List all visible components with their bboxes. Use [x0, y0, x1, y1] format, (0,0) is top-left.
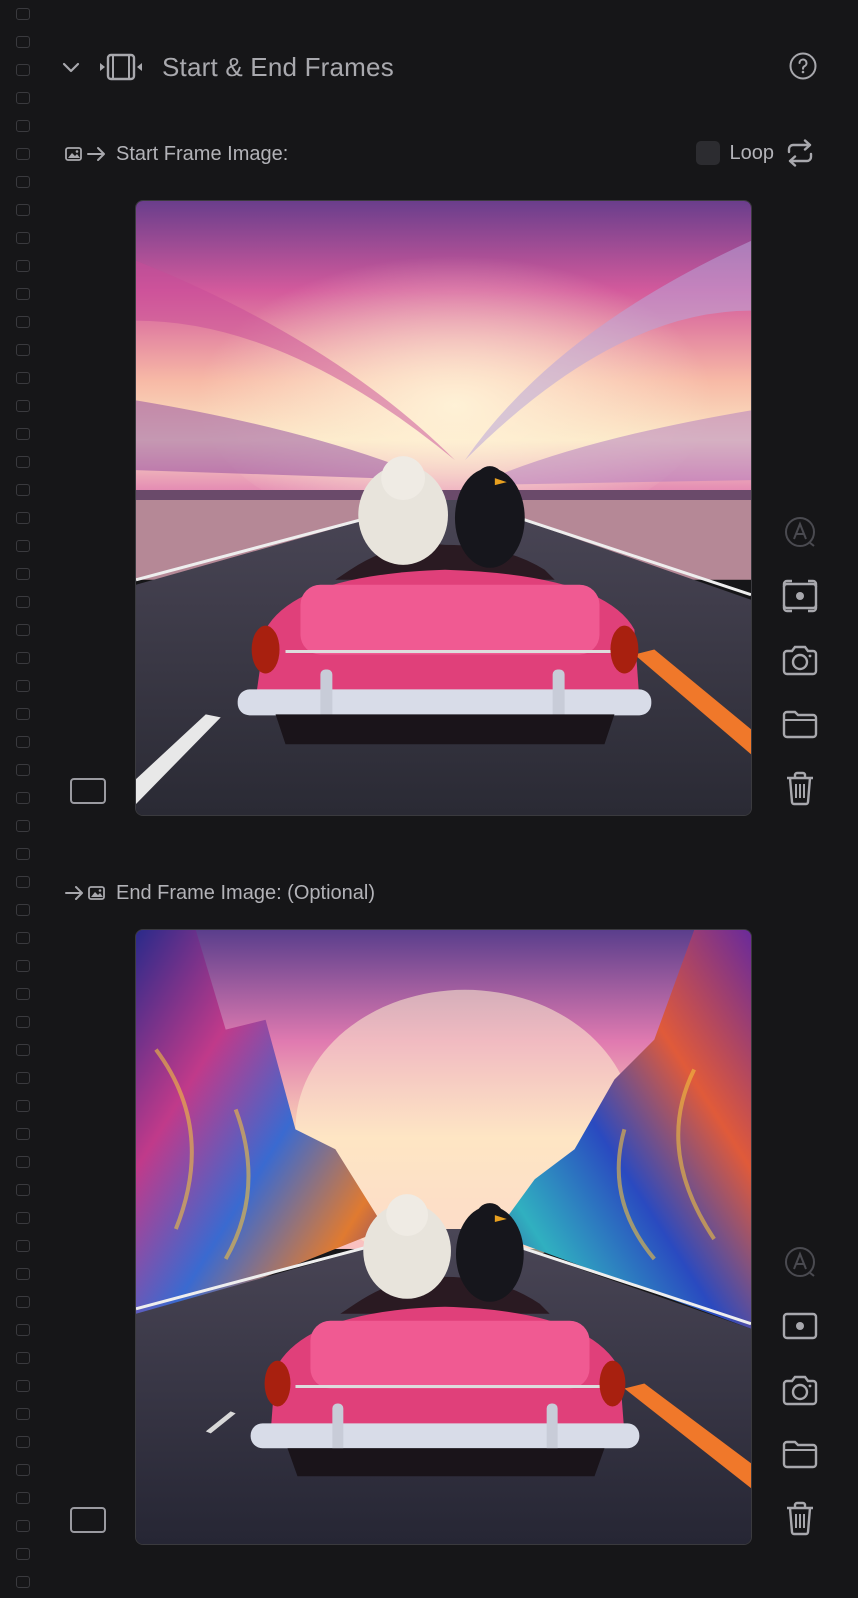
rail-tick — [16, 428, 30, 440]
rail-tick — [16, 456, 30, 468]
rail-tick — [16, 232, 30, 244]
image-arrow-right-icon — [65, 147, 105, 161]
auto-caption-button[interactable] — [778, 510, 822, 554]
rail-tick — [16, 1240, 30, 1252]
rail-tick — [16, 848, 30, 860]
rail-tick — [16, 1100, 30, 1112]
rail-tick — [16, 1296, 30, 1308]
rail-tick — [16, 1016, 30, 1028]
rail-tick — [16, 1268, 30, 1280]
rail-tick — [16, 708, 30, 720]
loop-toggle[interactable]: Loop — [695, 138, 817, 168]
start-frame-label: Start Frame Image: — [116, 142, 289, 165]
rail-tick — [16, 120, 30, 132]
delete-button[interactable] — [778, 1496, 822, 1540]
rail-tick — [16, 288, 30, 300]
rail-tick — [16, 1324, 30, 1336]
rail-tick — [16, 988, 30, 1000]
auto-caption-icon — [785, 517, 815, 547]
rail-tick — [16, 1352, 30, 1364]
rail-tick — [16, 1492, 30, 1504]
rail-tick — [16, 960, 30, 972]
rail-tick — [16, 596, 30, 608]
rail-tick — [16, 260, 30, 272]
rail-tick — [16, 344, 30, 356]
rail-tick — [16, 176, 30, 188]
section-title: Start & End Frames — [162, 51, 394, 82]
rail-tick — [16, 1576, 30, 1588]
rail-tick — [16, 484, 30, 496]
rail-tick — [16, 876, 30, 888]
rail-tick — [16, 1156, 30, 1168]
auto-caption-button[interactable] — [778, 1240, 822, 1284]
screen-capture-icon — [782, 579, 818, 613]
rail-tick — [16, 932, 30, 944]
car-on-road-image — [136, 930, 751, 1544]
rail-tick — [16, 792, 30, 804]
aspect-ratio-toggle[interactable] — [70, 778, 106, 804]
rail-tick — [16, 64, 30, 76]
rail-tick — [16, 400, 30, 412]
aspect-ratio-toggle[interactable] — [70, 1507, 106, 1533]
end-frame-label-row: End Frame Image: (Optional) — [64, 880, 375, 906]
rail-tick — [16, 36, 30, 48]
rail-tick — [16, 1520, 30, 1532]
rail-tick — [16, 1072, 30, 1084]
camera-button[interactable] — [778, 638, 822, 682]
arrow-right-image-icon — [65, 886, 105, 900]
rail-tick — [16, 1128, 30, 1140]
trash-icon — [787, 1501, 813, 1536]
rail-tick — [16, 820, 30, 832]
rail-tick — [16, 92, 30, 104]
rail-tick — [16, 1044, 30, 1056]
rail-tick — [16, 568, 30, 580]
screen-capture-icon — [782, 1312, 818, 1340]
rail-tick — [16, 736, 30, 748]
rail-tick — [16, 204, 30, 216]
rail-tick — [16, 680, 30, 692]
start-frame-image[interactable] — [135, 200, 752, 816]
delete-button[interactable] — [778, 766, 822, 810]
rail-tick — [16, 1408, 30, 1420]
end-frame-image[interactable] — [135, 929, 752, 1545]
rail-tick — [16, 148, 30, 160]
open-folder-button[interactable] — [778, 1432, 822, 1476]
help-circle-icon[interactable] — [788, 51, 818, 81]
car-on-road-image — [136, 201, 751, 815]
rail-tick — [16, 316, 30, 328]
open-folder-button[interactable] — [778, 702, 822, 746]
rail-tick — [16, 1436, 30, 1448]
rail-tick — [16, 8, 30, 20]
rail-tick — [16, 904, 30, 916]
drag-rail — [16, 8, 32, 1598]
rail-tick — [16, 1548, 30, 1560]
start-frame-label-row: Start Frame Image: — [64, 141, 288, 167]
rail-tick — [16, 1212, 30, 1224]
folder-icon — [782, 710, 818, 739]
camera-icon — [782, 645, 818, 676]
loop-checkbox[interactable] — [695, 141, 720, 165]
rail-tick — [16, 764, 30, 776]
screen-capture-button[interactable] — [778, 1304, 822, 1348]
chevron-down-icon[interactable] — [60, 56, 82, 78]
camera-icon — [782, 1375, 818, 1406]
rail-tick — [16, 372, 30, 384]
end-frame-label: End Frame Image: (Optional) — [116, 881, 375, 904]
auto-caption-icon — [785, 1247, 815, 1277]
rail-tick — [16, 1464, 30, 1476]
rail-tick — [16, 652, 30, 664]
folder-icon — [782, 1440, 818, 1469]
loop-label: Loop — [729, 141, 775, 164]
rail-tick — [16, 540, 30, 552]
screen-capture-button[interactable] — [778, 574, 822, 618]
repeat-icon — [787, 139, 813, 167]
rail-tick — [16, 1380, 30, 1392]
rail-tick — [16, 1184, 30, 1196]
film-frame-icon — [100, 53, 142, 81]
rail-tick — [16, 512, 30, 524]
trash-icon — [787, 771, 813, 806]
camera-button[interactable] — [778, 1368, 822, 1412]
section-header[interactable]: Start & End Frames — [60, 46, 818, 88]
rail-tick — [16, 624, 30, 636]
